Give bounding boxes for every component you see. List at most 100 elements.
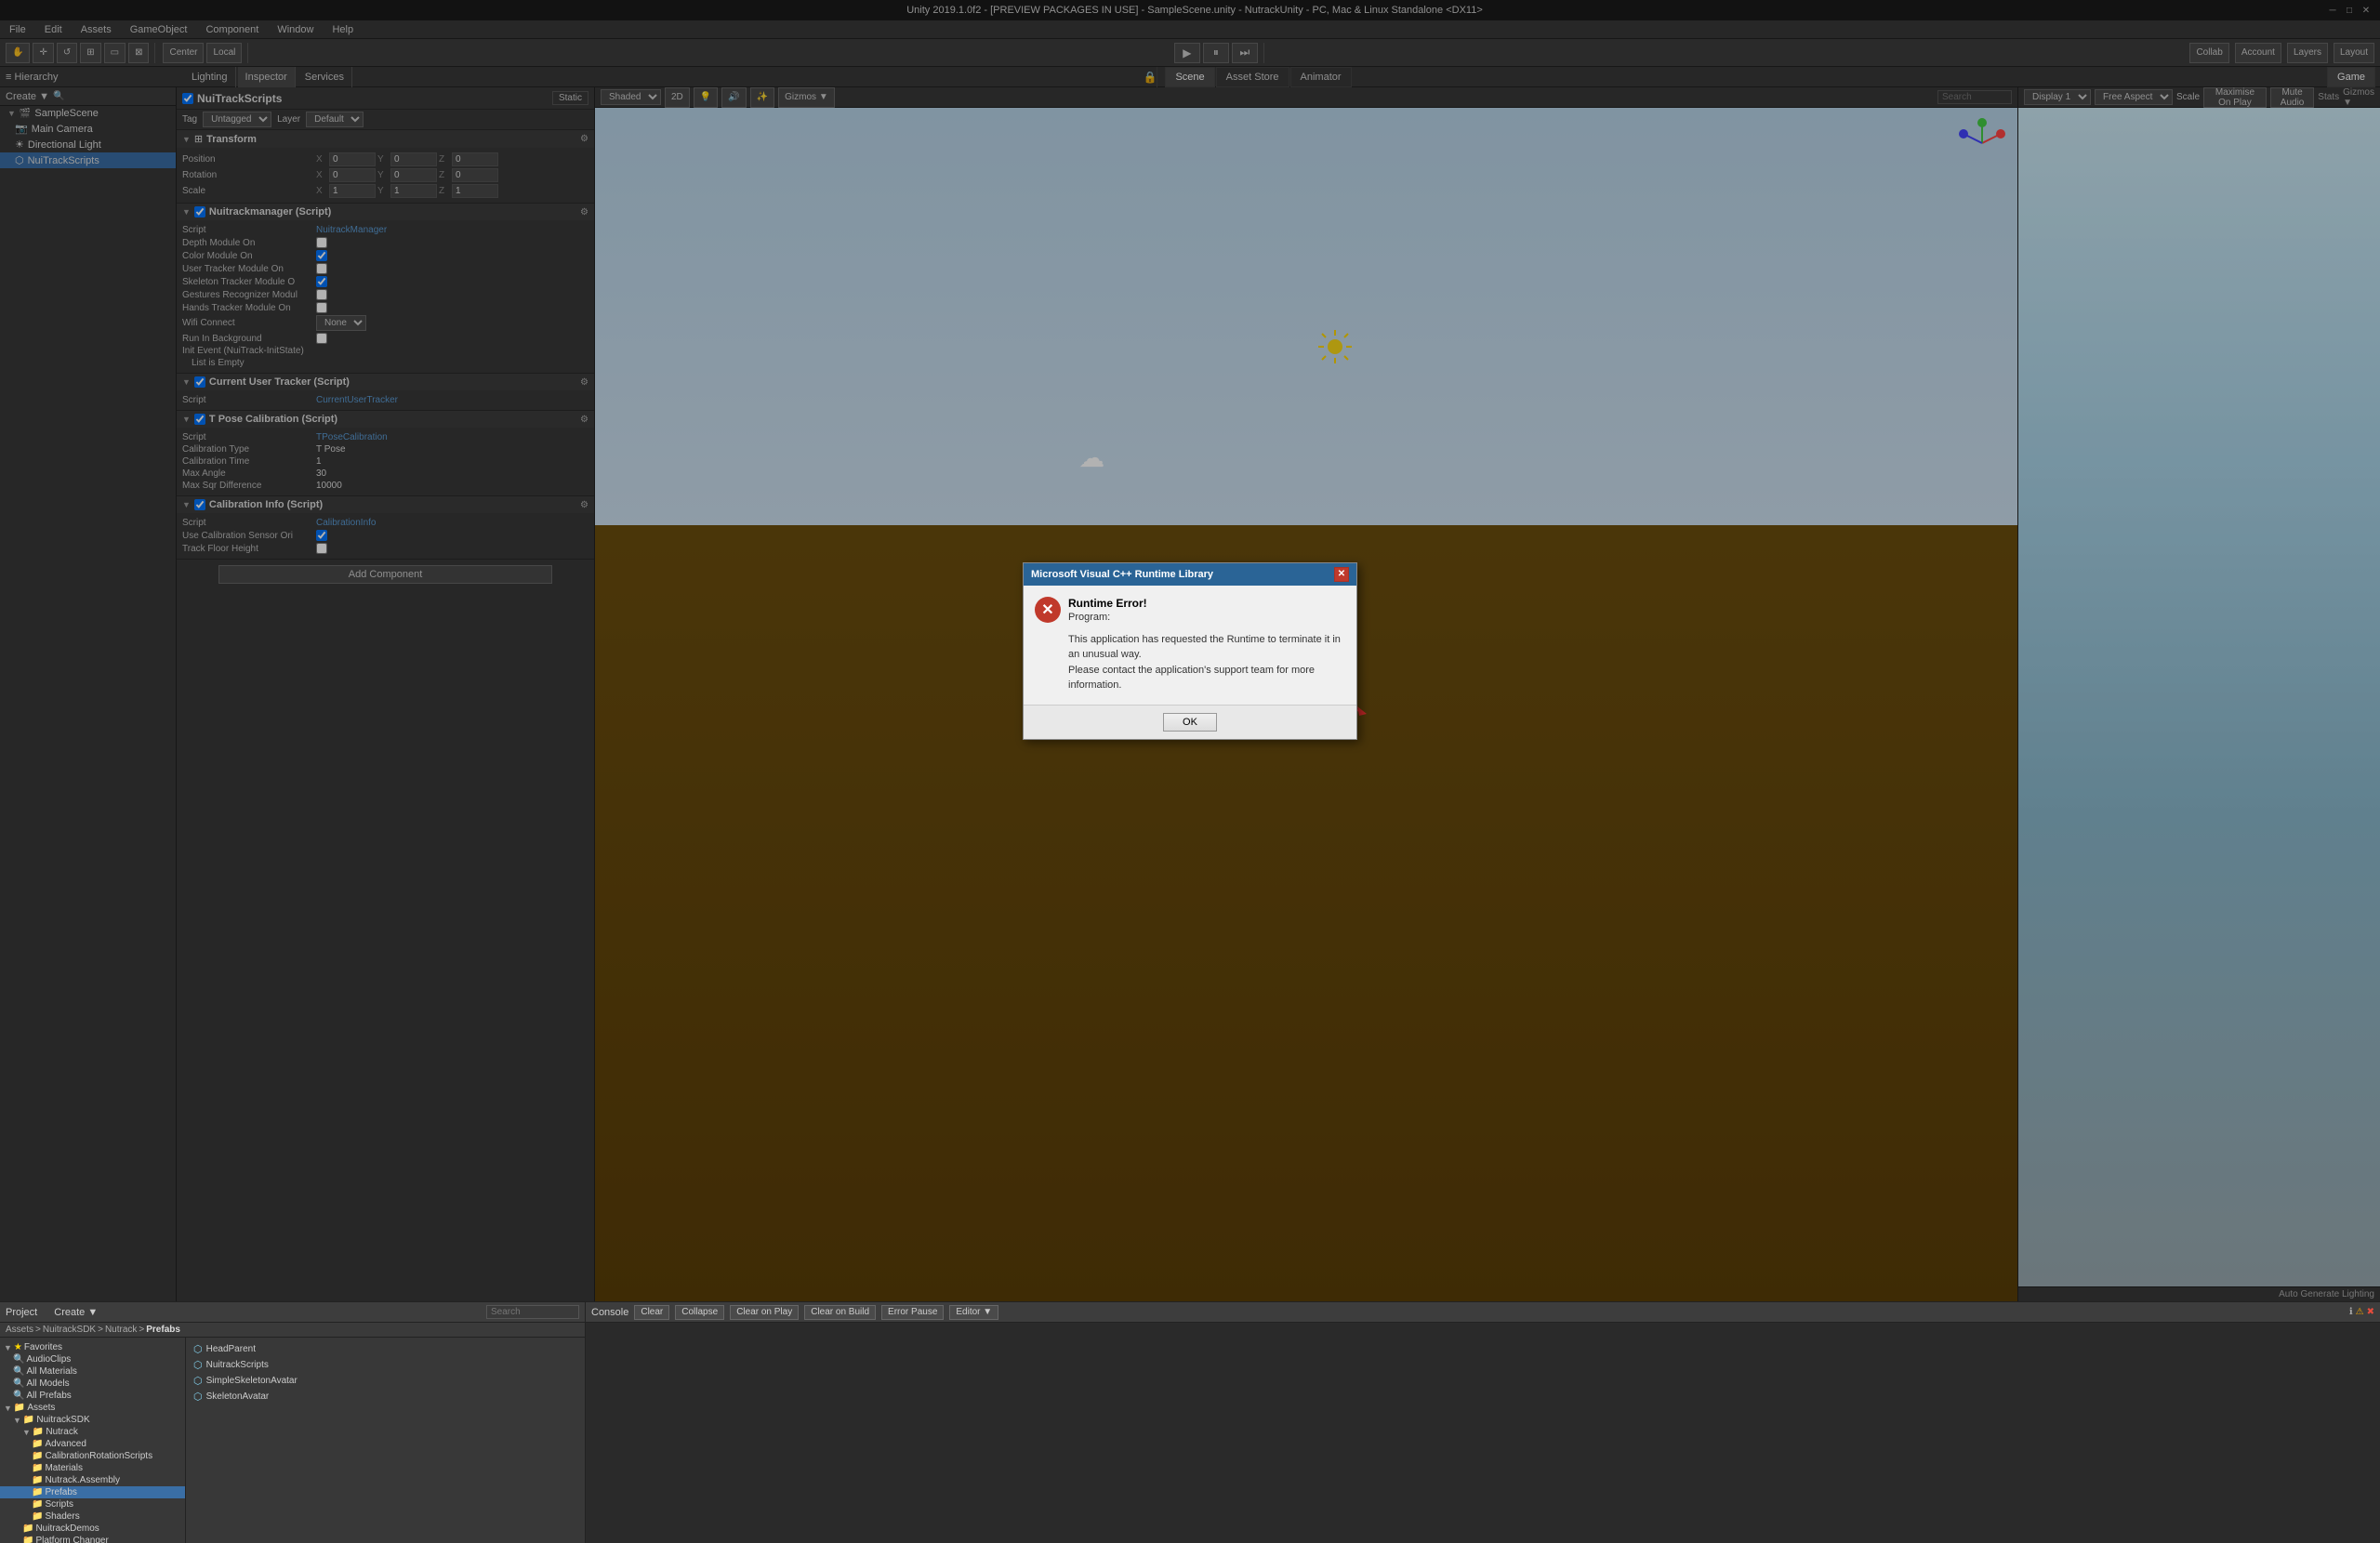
simpleskeletonavatar-label: SimpleSkeletonAvatar [206,1376,298,1386]
prefabs-tree-item[interactable]: 📁 Prefabs [0,1486,185,1498]
modal-close-button[interactable]: ✕ [1334,567,1349,582]
all-prefabs-label: All Prefabs [26,1391,71,1401]
favorites-label: Favorites [24,1342,62,1352]
collapse-btn[interactable]: Collapse [675,1305,724,1320]
assets-folder-icon: 📁 [14,1403,25,1413]
all-models-label: All Models [26,1378,69,1389]
modal-error-title: Runtime Error! [1068,597,1147,610]
modal-body-line3: Please contact the application's support… [1068,665,1315,676]
nuitracksdk-tree-item[interactable]: ▼ 📁 NuitrackSDK [0,1414,185,1426]
skeletonavatar-label: SkeletonAvatar [206,1391,270,1402]
project-search-input[interactable] [486,1305,579,1319]
modal-body-line2: an unusual way. [1068,649,1142,660]
simpleskeletonavatar-asset[interactable]: ⬡ SimpleSkeletonAvatar [190,1373,581,1389]
modal-error-info: Runtime Error! Program: [1068,597,1147,623]
audioclips-label: AudioClips [26,1354,71,1365]
calibration-scripts-item[interactable]: 📁 CalibrationRotationScripts [0,1450,185,1462]
platform-changer-label: Platform Changer [35,1536,108,1543]
nuitrackdemos-item[interactable]: 📁 NuitrackDemos [0,1523,185,1535]
favorites-tree-item[interactable]: ▼ ★ Favorites [0,1341,185,1353]
breadcrumb-nuitracksdk[interactable]: NuitrackSDK [43,1325,96,1335]
breadcrumb-assets[interactable]: Assets [6,1325,33,1335]
nuitracksdk-label: NuitrackSDK [36,1415,89,1425]
modal-title: Microsoft Visual C++ Runtime Library [1031,569,1213,580]
console-panel: Console Clear Collapse Clear on Play Cle… [586,1302,2380,1543]
scripts-label: Scripts [45,1499,73,1510]
prefabs-folder-icon: 📁 [32,1487,43,1497]
shaders-folder-icon: 📁 [32,1511,43,1522]
modal-content: ✕ Runtime Error! Program: This applicati… [1024,586,1356,705]
nuitrackscripts-asset-icon: ⬡ [193,1359,203,1371]
shaders-tree-item[interactable]: 📁 Shaders [0,1510,185,1523]
prefabs-label: Prefabs [45,1487,76,1497]
breadcrumb-nutrack[interactable]: Nutrack [105,1325,137,1335]
headparent-icon: ⬡ [193,1343,203,1355]
modal-error-body: This application has requested the Runti… [1035,632,1345,693]
modal-overlay[interactable]: Microsoft Visual C++ Runtime Library ✕ ✕… [0,0,2380,1301]
skeletonavatar-asset[interactable]: ⬡ SkeletonAvatar [190,1389,581,1405]
bottom-area: Project Create ▼ Assets > NuitrackSDK > … [0,1301,2380,1543]
console-warning-icon: ⚠ [2356,1307,2364,1317]
nuitrackscripts-asset[interactable]: ⬡ NuitrackScripts [190,1357,581,1373]
assets-label: Assets [27,1403,55,1413]
nutrack-folder-icon: 📁 [33,1427,44,1437]
modal-footer: OK [1024,705,1356,739]
project-content: ▼ ★ Favorites 🔍 AudioClips 🔍 All Materia… [0,1338,585,1543]
breadcrumb-bar: Assets > NuitrackSDK > Nutrack > Prefabs [0,1323,585,1338]
nuitrackscripts-asset-label: NuitrackScripts [206,1360,269,1370]
nutrack-tree-item[interactable]: ▼ 📁 Nutrack [0,1426,185,1438]
headparent-asset[interactable]: ⬡ HeadParent [190,1341,581,1357]
platform-folder-icon: 📁 [22,1536,33,1543]
modal-titlebar: Microsoft Visual C++ Runtime Library ✕ [1024,563,1356,586]
advanced-folder-icon: 📁 [32,1439,43,1449]
skeletonavatar-icon: ⬡ [193,1391,203,1403]
advanced-tree-item[interactable]: 📁 Advanced [0,1438,185,1450]
console-info-icon: ℹ [2349,1307,2353,1317]
modal-error-header: ✕ Runtime Error! Program: [1035,597,1345,623]
all-materials-label: All Materials [26,1366,76,1377]
nuitrackdemos-label: NuitrackDemos [35,1523,99,1534]
console-error-icon: ✖ [2367,1307,2374,1317]
all-materials-item[interactable]: 🔍 All Materials [0,1365,185,1378]
all-prefabs-item[interactable]: 🔍 All Prefabs [0,1390,185,1402]
simpleskeletonavatar-icon: ⬡ [193,1375,203,1387]
materials-tree-item[interactable]: 📁 Materials [0,1462,185,1474]
all-models-item[interactable]: 🔍 All Models [0,1378,185,1390]
headparent-label: HeadParent [206,1344,256,1354]
assembly-label: Nutrack.Assembly [45,1475,120,1485]
breadcrumb-prefabs[interactable]: Prefabs [146,1325,180,1335]
error-icon: ✕ [1035,597,1061,623]
search2-icon: 🔍 [13,1366,24,1377]
console-content [586,1323,2380,1543]
star-icon: ★ [14,1342,22,1352]
modal-ok-button[interactable]: OK [1163,713,1217,732]
clear-on-build-btn[interactable]: Clear on Build [804,1305,876,1320]
assembly-tree-item[interactable]: 📁 Nutrack.Assembly [0,1474,185,1486]
editor-btn[interactable]: Editor ▼ [949,1305,998,1320]
breadcrumb-sep1: > [35,1325,41,1335]
scripts-tree-item[interactable]: 📁 Scripts [0,1498,185,1510]
project-assets: ⬡ HeadParent ⬡ NuitrackScripts ⬡ SimpleS… [186,1338,585,1543]
assembly-folder-icon: 📁 [32,1475,43,1485]
search-icon: 🔍 [13,1354,24,1365]
modal-body-line1: This application has requested the Runti… [1068,634,1341,645]
breadcrumb-sep3: > [139,1325,144,1335]
calibration-scripts-label: CalibrationRotationScripts [45,1451,152,1461]
project-tree: ▼ ★ Favorites 🔍 AudioClips 🔍 All Materia… [0,1338,186,1543]
console-title: Console [591,1307,628,1318]
error-pause-btn[interactable]: Error Pause [881,1305,944,1320]
materials-label: Materials [45,1463,83,1473]
fav-expand-icon: ▼ [4,1343,12,1352]
search4-icon: 🔍 [13,1391,24,1401]
platform-changer-item[interactable]: 📁 Platform Changer [0,1535,185,1543]
project-title: Project [6,1307,37,1318]
assets-tree-item[interactable]: ▼ 📁 Assets [0,1402,185,1414]
modal-dialog: Microsoft Visual C++ Runtime Library ✕ ✕… [1023,562,1357,740]
clear-btn[interactable]: Clear [634,1305,669,1320]
search3-icon: 🔍 [13,1378,24,1389]
audioclips-item[interactable]: 🔍 AudioClips [0,1353,185,1365]
sdk-folder-icon: 📁 [23,1415,34,1425]
clear-on-play-btn[interactable]: Clear on Play [730,1305,799,1320]
calscripts-folder-icon: 📁 [32,1451,43,1461]
project-create-btn[interactable]: Create ▼ [54,1307,98,1318]
